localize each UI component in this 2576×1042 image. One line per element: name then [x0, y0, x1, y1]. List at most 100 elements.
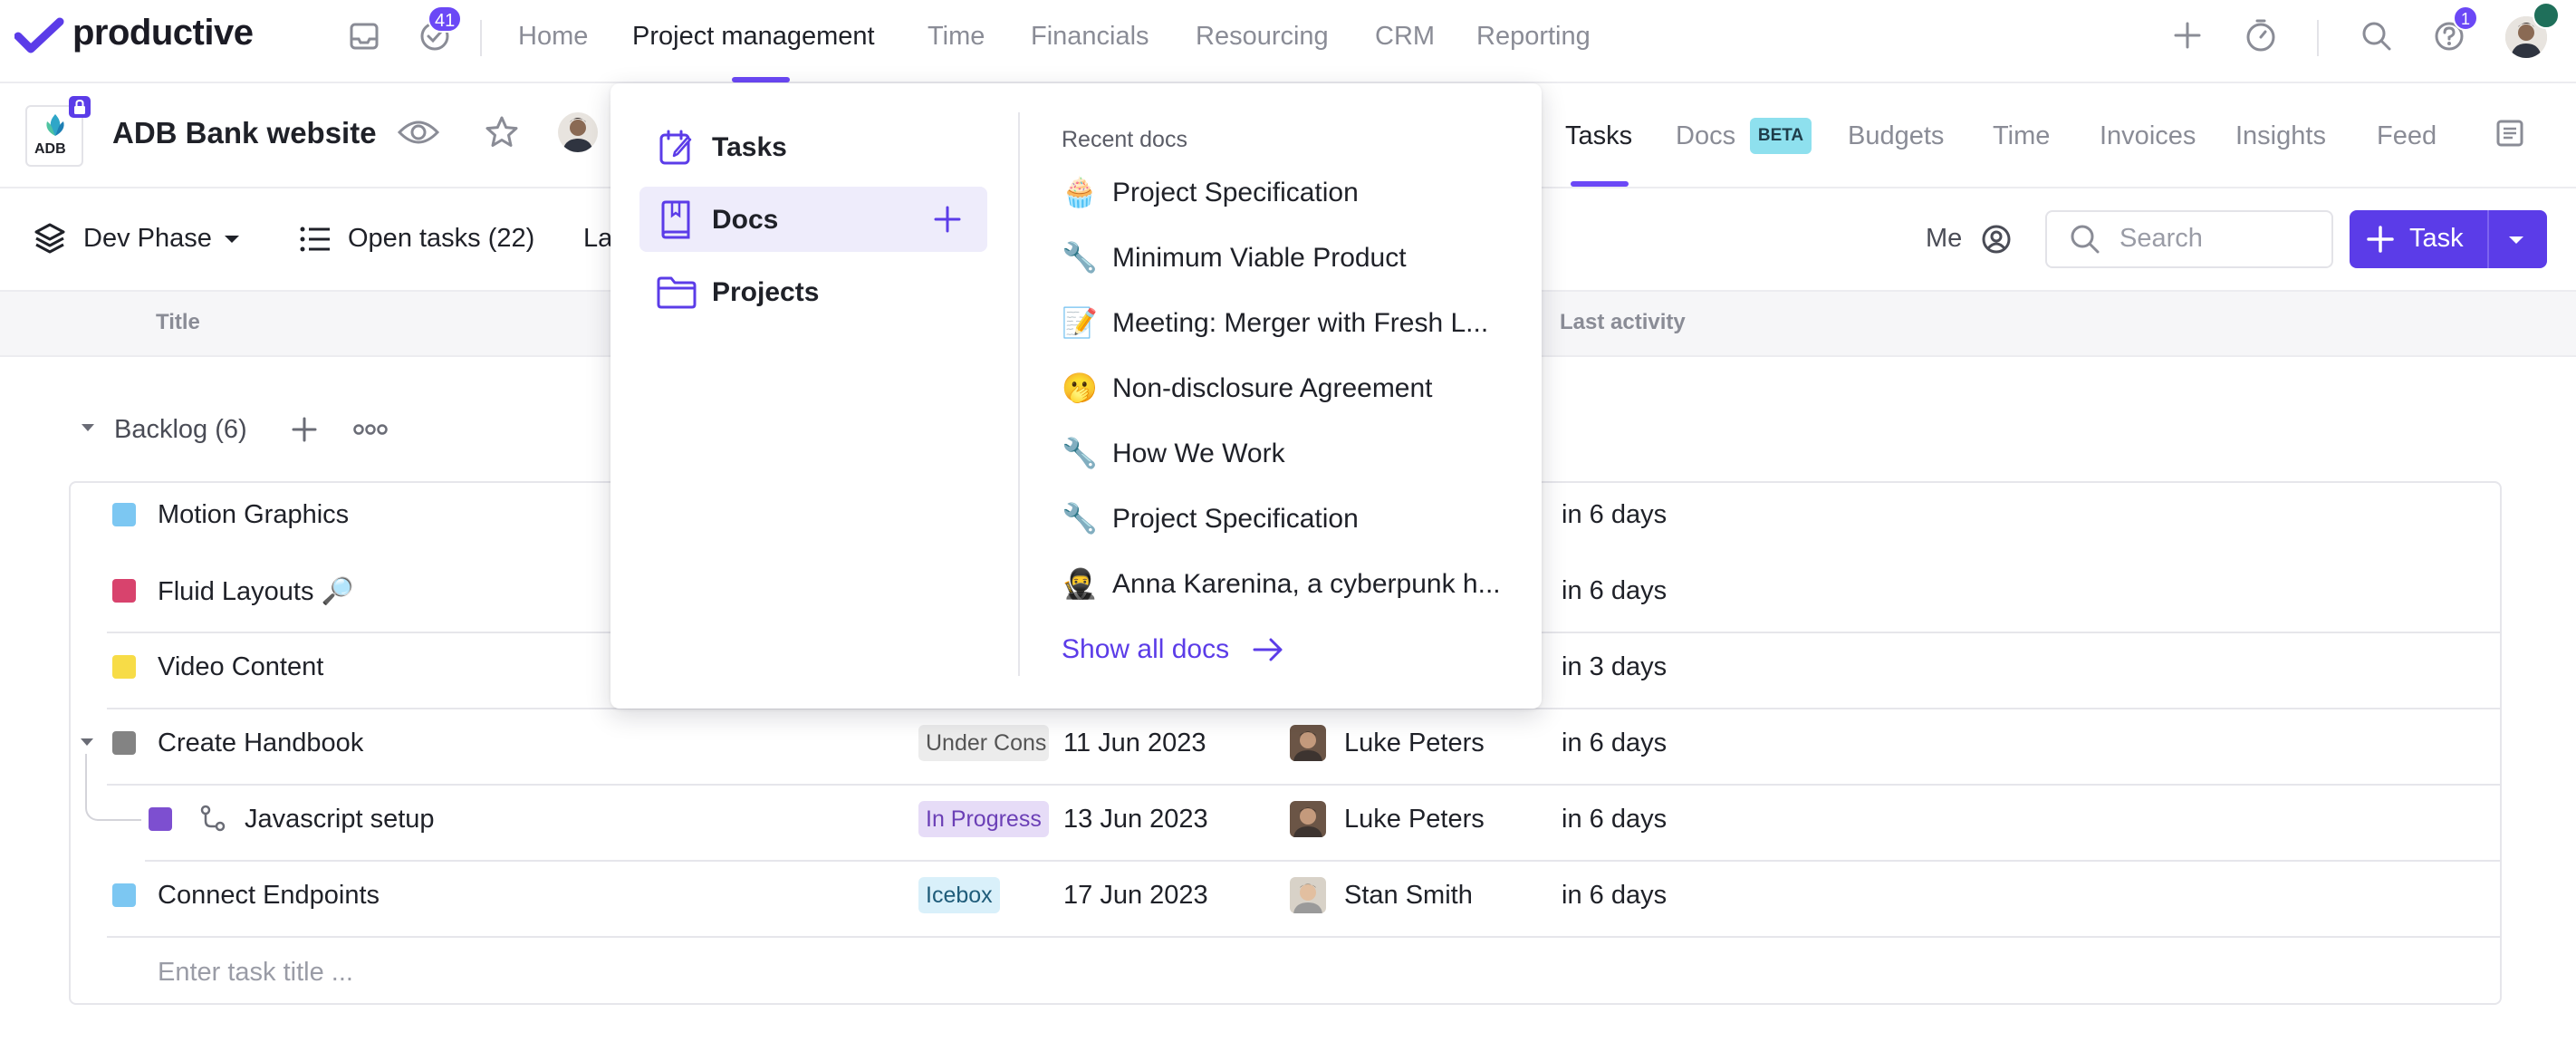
plus-icon [2366, 225, 2395, 254]
task-title[interactable]: Connect Endpoints [158, 881, 380, 911]
doc-title: Minimum Viable Product [1112, 243, 1407, 273]
menu-item-docs[interactable]: Docs [639, 187, 987, 252]
project-member-avatar[interactable] [558, 112, 598, 152]
open-tasks-filter[interactable]: Open tasks (22) [348, 224, 534, 254]
folder-icon [656, 275, 697, 310]
nav-resourcing[interactable]: Resourcing [1196, 22, 1329, 52]
tab-docs[interactable]: Docs [1676, 121, 1735, 151]
doc-title: Project Specification [1112, 178, 1359, 207]
row-divider [145, 860, 2500, 862]
dropdown-divider [1018, 112, 1020, 676]
task-last-activity: in 3 days [1562, 652, 1668, 681]
chevron-down-icon[interactable] [223, 234, 241, 245]
doc-face-icon: 🫢 [1062, 371, 1098, 404]
task-last-activity: in 6 days [1562, 805, 1668, 834]
task-color-marker [112, 503, 136, 526]
me-filter[interactable]: Me [1926, 224, 1962, 254]
layers-icon[interactable] [33, 221, 67, 256]
nav-project-management[interactable]: Project management [632, 22, 875, 52]
column-last-activity[interactable]: Last activity [1560, 310, 1686, 335]
task-title[interactable]: Motion Graphics [158, 500, 349, 530]
show-all-docs-link[interactable]: Show all docs [1062, 634, 1229, 665]
inbox-icon[interactable] [348, 20, 380, 53]
nav-crm[interactable]: CRM [1375, 22, 1435, 52]
divider [2317, 20, 2319, 56]
user-circle-icon[interactable] [1980, 223, 2013, 256]
search-icon[interactable] [2360, 20, 2393, 53]
lock-icon [69, 96, 91, 118]
watch-eye-icon[interactable] [397, 116, 440, 149]
status-badge[interactable]: Under Cons [918, 725, 1049, 761]
more-options-icon[interactable] [353, 420, 388, 439]
chevron-down-icon[interactable] [2507, 235, 2525, 246]
menu-item-label: Tasks [712, 132, 787, 162]
menu-item-label: Projects [712, 277, 820, 307]
project-title[interactable]: ADB Bank website [112, 116, 377, 150]
task-title[interactable]: Video Content [158, 652, 323, 682]
add-task-label: Task [2409, 224, 2464, 253]
task-last-activity: in 6 days [1562, 576, 1668, 605]
tab-tasks[interactable]: Tasks [1565, 121, 1632, 151]
task-due-date[interactable]: 11 Jun 2023 [1063, 728, 1206, 758]
search-icon [2069, 223, 2101, 256]
tab-time[interactable]: Time [1993, 121, 2050, 151]
task-assignee[interactable]: Luke Peters [1344, 805, 1485, 835]
doc-title: Project Specification [1112, 504, 1359, 534]
menu-item-projects[interactable]: Projects [639, 259, 987, 324]
tab-invoices[interactable]: Invoices [2100, 121, 2196, 151]
divider [480, 20, 482, 56]
project-info-icon[interactable] [2494, 118, 2525, 149]
button-divider [2487, 210, 2489, 268]
task-color-marker [149, 807, 172, 831]
row-divider [107, 784, 2500, 786]
assignee-avatar [1290, 877, 1326, 913]
nav-home[interactable]: Home [518, 22, 588, 52]
add-task-to-group-icon[interactable] [290, 415, 319, 444]
doc-title: Non-disclosure Agreement [1112, 373, 1433, 403]
layout-selector-truncated[interactable]: La [583, 224, 612, 254]
top-navigation: productive 41 Home Project management Ti… [0, 0, 2576, 83]
arrow-right-icon[interactable] [1252, 636, 1284, 663]
tab-insights[interactable]: Insights [2235, 121, 2326, 151]
help-badge: 1 [2453, 5, 2478, 31]
expand-subtasks-icon[interactable] [80, 738, 94, 747]
task-title[interactable]: Create Handbook [158, 728, 363, 758]
tab-active-indicator [1571, 181, 1629, 187]
doc-ninja-icon: 🥷 [1062, 567, 1098, 600]
list-icon[interactable] [299, 225, 332, 254]
recent-docs-heading: Recent docs [1062, 127, 1187, 152]
task-due-date[interactable]: 13 Jun 2023 [1063, 805, 1208, 835]
task-assignee[interactable]: Luke Peters [1344, 728, 1485, 758]
task-last-activity: in 6 days [1562, 881, 1668, 910]
nav-time[interactable]: Time [928, 22, 985, 52]
timer-icon[interactable] [2244, 18, 2277, 53]
task-last-activity: in 6 days [1562, 500, 1668, 529]
tasks-icon [658, 129, 696, 167]
add-doc-plus-icon[interactable] [933, 205, 962, 234]
task-assignee[interactable]: Stan Smith [1344, 881, 1473, 911]
productive-logo-icon[interactable] [14, 16, 65, 56]
task-title[interactable]: Javascript setup [245, 805, 435, 835]
collapse-triangle-icon[interactable] [80, 422, 96, 433]
new-task-input[interactable]: Enter task title ... [158, 958, 353, 988]
tab-feed[interactable]: Feed [2377, 121, 2437, 151]
status-badge[interactable]: Icebox [918, 877, 1000, 913]
column-title[interactable]: Title [156, 310, 200, 335]
brand-name[interactable]: productive [72, 13, 254, 53]
phase-selector[interactable]: Dev Phase [83, 224, 212, 254]
status-badge[interactable]: In Progress [918, 801, 1049, 837]
nav-financials[interactable]: Financials [1031, 22, 1149, 52]
menu-item-label: Docs [712, 205, 779, 235]
doc-wrench-icon: 🔧 [1062, 437, 1098, 469]
workspace-avatar[interactable] [2533, 2, 2560, 29]
favorite-star-icon[interactable] [484, 114, 520, 150]
task-color-marker [112, 655, 136, 679]
tab-budgets[interactable]: Budgets [1848, 121, 1944, 151]
group-backlog[interactable]: Backlog (6) [114, 415, 247, 445]
menu-item-tasks[interactable]: Tasks [639, 114, 987, 179]
task-title[interactable]: Fluid Layouts 🔎 [158, 576, 354, 607]
task-due-date[interactable]: 17 Jun 2023 [1063, 881, 1208, 911]
nav-reporting[interactable]: Reporting [1476, 22, 1591, 52]
plus-icon[interactable] [2172, 20, 2203, 51]
row-divider [107, 936, 2500, 938]
